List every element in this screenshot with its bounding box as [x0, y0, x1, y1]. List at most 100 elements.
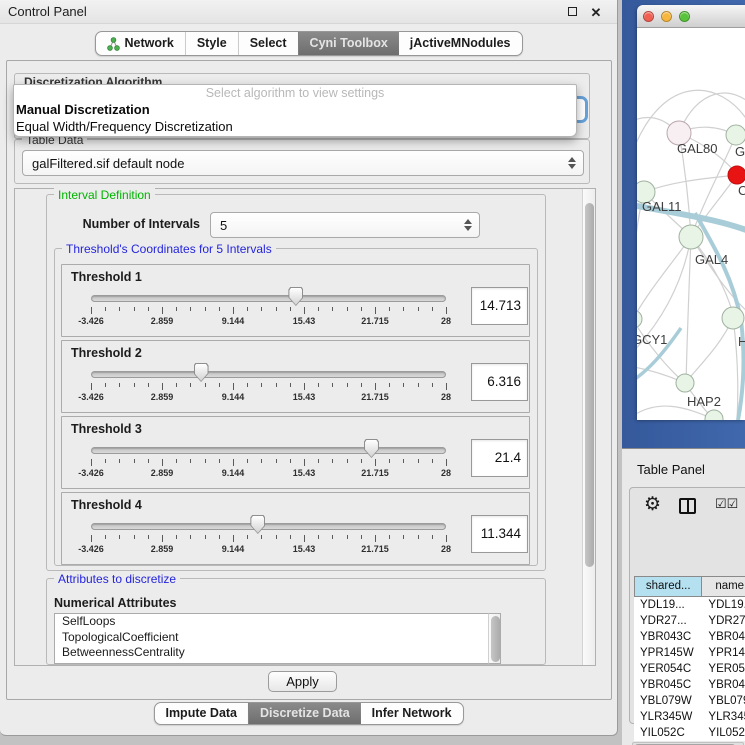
combobox-stepper-icon	[568, 156, 577, 170]
settings-scrollbar-thumb[interactable]	[585, 203, 594, 567]
table-header-shared[interactable]: shared...	[635, 577, 702, 596]
major-tick	[446, 535, 447, 542]
tick-label: 2.859	[139, 316, 185, 326]
threshold-slider-track[interactable]	[91, 523, 446, 530]
table-data-combobox[interactable]: galFiltered.sif default node	[22, 150, 584, 176]
tick-label: -3.426	[68, 316, 114, 326]
close-window-icon[interactable]: ✕	[589, 5, 603, 21]
cell-name: YBR043C	[702, 629, 745, 645]
minor-tick	[403, 307, 404, 311]
threshold-value-field[interactable]: 21.4	[471, 439, 528, 477]
columns-icon[interactable]	[679, 498, 696, 514]
dropdown-prompt-item[interactable]: Select algorithm to view settings	[14, 85, 576, 101]
table-row[interactable]: YBL079WYBL079W	[634, 693, 745, 709]
table-row[interactable]: YLR345WYLR345W	[634, 709, 745, 725]
cell-shared-name: YBL079W	[634, 693, 702, 709]
mac-zoom-icon[interactable]	[679, 11, 690, 22]
settings-vertical-scrollbar[interactable]	[582, 189, 595, 665]
attributes-list-scrollbar[interactable]	[488, 613, 501, 664]
attribute-item-selfloops[interactable]: SelfLoops	[55, 614, 488, 630]
mac-close-icon[interactable]	[643, 11, 654, 22]
threshold-value-field[interactable]: 11.344	[471, 515, 528, 553]
table-row[interactable]: YDR27...YDR27...	[634, 613, 745, 629]
attributes-scrollbar-thumb[interactable]	[491, 616, 500, 662]
right-side-region: GAL80GACGAL11GAL4GCY1HHAP2 Table Panel ⚙…	[622, 0, 745, 745]
table-data-combobox-value: galFiltered.sif default node	[32, 151, 184, 176]
network-node[interactable]	[705, 410, 723, 420]
network-node[interactable]	[676, 374, 694, 392]
major-tick	[91, 383, 92, 390]
network-node[interactable]	[726, 125, 745, 145]
network-node[interactable]	[679, 225, 703, 249]
minor-tick	[190, 459, 191, 463]
network-node[interactable]	[728, 166, 745, 184]
tab-discretize-data[interactable]: Discretize Data	[248, 703, 361, 724]
network-graph: GAL80GACGAL11GAL4GCY1HHAP2	[637, 28, 745, 420]
tick-label: 2.859	[139, 544, 185, 554]
tab-style[interactable]: Style	[185, 32, 238, 55]
minor-tick	[403, 535, 404, 539]
minor-tick	[205, 459, 206, 463]
attributes-group-title: Attributes to discretize	[54, 572, 180, 586]
threshold-slider-handle[interactable]	[250, 515, 265, 534]
number-of-intervals-combobox[interactable]: 5	[210, 212, 480, 238]
tab-network[interactable]: Network	[95, 32, 184, 55]
network-icon	[106, 37, 119, 51]
major-tick	[91, 459, 92, 466]
minor-tick	[176, 307, 177, 311]
minor-tick	[418, 535, 419, 539]
tab-infer-network[interactable]: Infer Network	[361, 703, 463, 724]
attribute-item-topologicalcoefficient[interactable]: TopologicalCoefficient	[55, 630, 488, 646]
major-tick	[446, 383, 447, 390]
threshold-slider-handle[interactable]	[194, 363, 209, 382]
tab-jactivemnodules[interactable]: jActiveMNodules	[399, 32, 522, 55]
tick-label: 9.144	[210, 468, 256, 478]
minor-tick	[134, 383, 135, 387]
network-node[interactable]	[722, 307, 744, 329]
cell-shared-name: YDR27...	[634, 613, 702, 629]
node-attribute-table: shared...name YDL19...YDL19...YDR27...YD…	[634, 576, 745, 741]
minor-tick	[261, 535, 262, 539]
network-node[interactable]	[637, 310, 642, 328]
minor-tick	[247, 535, 248, 539]
slider-handle-face	[289, 288, 302, 305]
dropdown-item-manual-discretization[interactable]: Manual Discretization	[14, 101, 576, 118]
dropdown-item-equal-width-frequency-discretization[interactable]: Equal Width/Frequency Discretization	[14, 118, 576, 135]
table-row[interactable]: YER054CYER054C	[634, 661, 745, 677]
threshold-value-field[interactable]: 14.713	[471, 287, 528, 325]
table-row[interactable]: YPR145WYPR145W	[634, 645, 745, 661]
gear-icon[interactable]: ⚙	[644, 493, 661, 516]
mac-minimize-icon[interactable]	[661, 11, 672, 22]
float-window-icon[interactable]	[565, 5, 579, 19]
threshold-slider-track[interactable]	[91, 295, 446, 302]
tab-select[interactable]: Select	[238, 32, 298, 55]
table-header-name[interactable]: name	[702, 577, 745, 596]
network-edge	[644, 175, 737, 192]
table-row[interactable]: YBR043CYBR043C	[634, 629, 745, 645]
numerical-attributes-list[interactable]: SelfLoopsTopologicalCoefficientBetweenne…	[54, 613, 488, 664]
threshold-slider-track[interactable]	[91, 371, 446, 378]
threshold-slider-track[interactable]	[91, 447, 446, 454]
major-tick	[446, 459, 447, 466]
table-row[interactable]: YDL19...YDL19...	[634, 597, 745, 613]
attribute-item-betweennesscentrality[interactable]: BetweennessCentrality	[55, 645, 488, 661]
select-columns-checkboxes-icon[interactable]: ☑☑	[715, 496, 738, 512]
threshold-slider-handle[interactable]	[288, 287, 303, 306]
major-tick	[446, 307, 447, 314]
threshold-panel-4: Threshold 4-3.4262.8599.14415.4321.71528…	[61, 492, 530, 565]
network-canvas[interactable]: GAL80GACGAL11GAL4GCY1HHAP2	[637, 28, 745, 420]
table-row[interactable]: YIL052CYIL052C	[634, 725, 745, 741]
tab-impute-data[interactable]: Impute Data	[154, 703, 248, 724]
network-edge	[686, 237, 691, 385]
threshold-value-field[interactable]: 6.316	[471, 363, 528, 401]
major-tick	[162, 459, 163, 466]
tick-label: 21.715	[352, 316, 398, 326]
threshold-label: Threshold 1	[71, 270, 142, 284]
tab-cyni-toolbox[interactable]: Cyni Toolbox	[298, 32, 399, 55]
table-row[interactable]: YBR045CYBR045C	[634, 677, 745, 693]
major-tick	[304, 535, 305, 542]
minor-tick	[332, 535, 333, 539]
apply-button[interactable]: Apply	[268, 671, 337, 692]
table-panel-region: Table Panel ⚙ ☑☑ shared...name YDL19...Y…	[622, 448, 745, 745]
threshold-slider-handle[interactable]	[364, 439, 379, 458]
